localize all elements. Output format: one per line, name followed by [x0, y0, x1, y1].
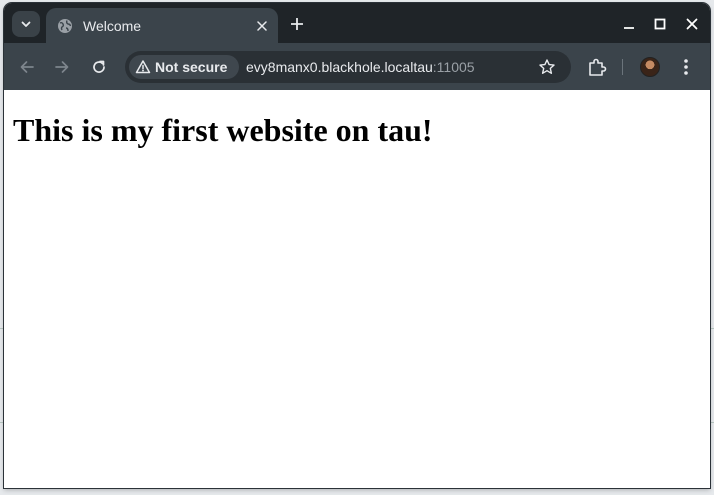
tab-search-button[interactable] [12, 11, 40, 37]
security-chip[interactable]: Not secure [129, 55, 239, 79]
url-port: :11005 [432, 59, 475, 75]
globe-icon [57, 18, 73, 34]
new-tab-button[interactable] [286, 13, 308, 35]
title-bar: Welcome [4, 3, 710, 43]
warning-icon [135, 59, 151, 75]
browser-window: Welcome Not secure evy8manx0.blackhole.l… [4, 3, 710, 488]
more-vertical-icon [684, 59, 688, 75]
tab-title: Welcome [83, 17, 142, 34]
tab-welcome[interactable]: Welcome [46, 8, 278, 43]
url-text[interactable]: evy8manx0.blackhole.localtau:11005 [246, 59, 475, 75]
tab-close-button[interactable] [252, 16, 272, 36]
url-host: evy8manx0.blackhole.localtau [246, 59, 433, 75]
page-heading: This is my first website on tau! [13, 112, 433, 148]
menu-button[interactable] [676, 56, 696, 78]
address-bar[interactable]: Not secure evy8manx0.blackhole.localtau:… [125, 51, 571, 83]
plus-icon [291, 18, 303, 30]
reload-icon [93, 60, 105, 73]
profile-avatar[interactable] [640, 57, 660, 77]
bookmark-star-icon[interactable] [538, 58, 556, 76]
page-content: This is my first website on tau! [4, 90, 710, 488]
maximize-icon [654, 18, 666, 30]
maximize-button[interactable] [649, 13, 671, 35]
browser-toolbar: Not secure evy8manx0.blackhole.localtau:… [4, 43, 710, 90]
chevron-down-icon [21, 21, 31, 27]
security-label: Not secure [155, 59, 228, 75]
minimize-icon [624, 27, 634, 29]
close-icon [686, 18, 698, 30]
close-window-button[interactable] [681, 13, 703, 35]
reload-button[interactable] [87, 55, 111, 79]
back-button[interactable] [15, 55, 39, 79]
minimize-button[interactable] [618, 13, 640, 35]
toolbar-divider [622, 59, 623, 75]
extensions-icon[interactable] [586, 56, 608, 78]
arrow-left-icon [20, 61, 34, 73]
close-icon [257, 20, 267, 31]
arrow-right-icon [55, 61, 69, 73]
forward-button[interactable] [50, 55, 74, 79]
